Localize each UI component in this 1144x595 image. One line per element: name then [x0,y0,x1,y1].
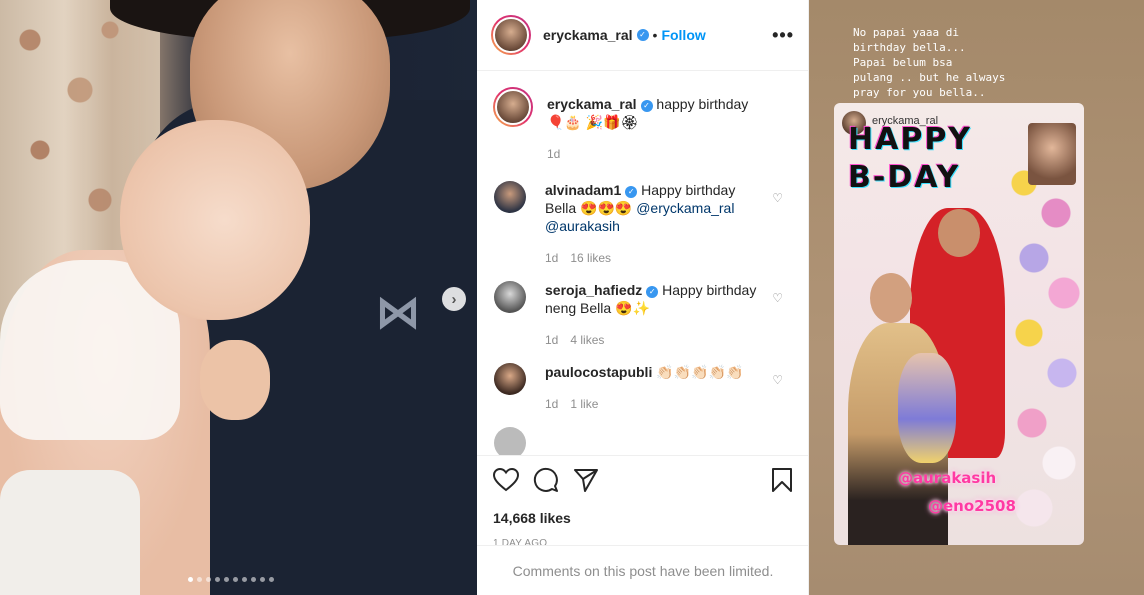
post-header: eryckama_ral ✓ • Follow ••• [477,0,808,71]
caption-item: eryckama_ral ✓ happy birthday 🎈🎂 🎉🎁🏵 1d [493,87,793,163]
author-username[interactable]: eryckama_ral [543,27,633,43]
post-panel: eryckama_ral ✓ • Follow ••• eryckama_ral… [477,0,809,595]
story-mention-tag: @aurakasih [898,469,997,487]
balloon-decoration [1004,163,1084,543]
heart-icon[interactable] [493,468,519,492]
comment-mention[interactable]: @eryckama_ral [636,200,734,216]
woman-head [938,209,980,257]
baby-diaper [0,470,140,595]
verified-badge-icon: ✓ [640,100,653,112]
comment-username[interactable]: paulocostapubli [545,364,652,380]
bookmark-icon[interactable] [771,467,793,493]
comment-time[interactable]: 1d [545,397,558,411]
comments-list[interactable]: eryckama_ral ✓ happy birthday 🎈🎂 🎉🎁🏵 1d a… [477,71,809,455]
caption-avatar[interactable] [493,87,533,127]
carousel-dot [260,577,265,582]
woman2-head [870,273,912,323]
comment-time[interactable]: 1d [545,333,558,347]
carousel-dot [224,577,229,582]
carousel-dot [242,577,247,582]
verified-badge-icon: ✓ [636,29,649,41]
comment-time[interactable]: 1d [545,251,558,265]
embedded-story-screenshot: eryckama_ral HAPPY B-DAY @aurakasih @eno2… [834,103,1084,545]
carousel-dots [188,577,274,582]
comment-mention[interactable]: @aurakasih [545,218,620,234]
carousel-dot [206,577,211,582]
post-actions: 14,668 likes 1 DAY AGO [477,455,809,559]
caption-time[interactable]: 1d [547,147,560,161]
carousel-dot [233,577,238,582]
comment-item: alvinadam1 ✓ Happy birthday Bella 😍😍😍 @er… [493,181,793,267]
comments-limited-notice: Comments on this post have been limited. [477,545,809,595]
comment-meta: 1d 1 like [545,395,767,413]
instagram-post-view: ⋈ › eryckama_ral ✓ • Follow ••• eryckama… [0,0,1144,595]
story-caption-text: No papai yaaa di birthday bella... Papai… [853,26,1006,99]
carousel-dot [269,577,274,582]
comment-username[interactable]: seroja_hafiedz [545,282,642,298]
happy-bday-sticker: HAPPY B-DAY [848,122,973,195]
story-inset-photo [1028,123,1076,185]
comment-like-heart-icon[interactable]: ♡ [772,373,783,387]
story-mention-tag: @eno2508 [928,497,1016,515]
comment-meta: 1d 16 likes [545,249,767,267]
author-avatar[interactable] [491,15,531,55]
comment-meta: 1d 4 likes [545,331,767,349]
comment-avatar[interactable] [494,181,526,213]
caption-meta: 1d [547,145,769,163]
comment-likes[interactable]: 16 likes [570,251,611,265]
under-armour-logo: ⋈ [376,288,420,337]
comment-like-heart-icon[interactable]: ♡ [772,291,783,305]
comment-item: seroja_hafiedz ✓ Happy birthday neng Bell… [493,281,793,349]
post-photo[interactable]: ⋈ › [0,0,477,595]
comment-icon[interactable] [533,467,559,493]
verified-badge-icon: ✓ [646,286,659,298]
carousel-dot [197,577,202,582]
child-in-tutu [898,353,956,463]
baby-head [120,120,310,320]
comment-likes[interactable]: 4 likes [570,333,604,347]
carousel-dot [215,577,220,582]
verified-badge-icon: ✓ [625,186,638,198]
comment-avatar[interactable] [494,363,526,395]
header-separator: • [652,27,658,43]
action-icons [493,466,793,494]
comment-avatar[interactable] [494,281,526,313]
comment-likes[interactable]: 1 like [570,397,598,411]
comment-item: paulocostapubli 👏🏻👏🏻👏🏻👏🏻👏🏻 1d 1 like ♡ [493,363,793,413]
carousel-next-button[interactable]: › [442,287,466,311]
carousel-dot [188,577,193,582]
share-icon[interactable] [573,468,599,492]
likes-count[interactable]: 14,668 likes [493,510,793,526]
follow-button[interactable]: Follow [661,27,705,43]
comment-avatar[interactable] [494,427,526,455]
carousel-dot [251,577,256,582]
baby-hand [200,340,270,420]
more-options-icon[interactable]: ••• [772,25,794,46]
caption-username[interactable]: eryckama_ral [547,96,637,112]
comment-username[interactable]: alvinadam1 [545,182,621,198]
comment-text: 👏🏻👏🏻👏🏻👏🏻👏🏻 [656,364,744,380]
comment-like-heart-icon[interactable]: ♡ [772,191,783,205]
